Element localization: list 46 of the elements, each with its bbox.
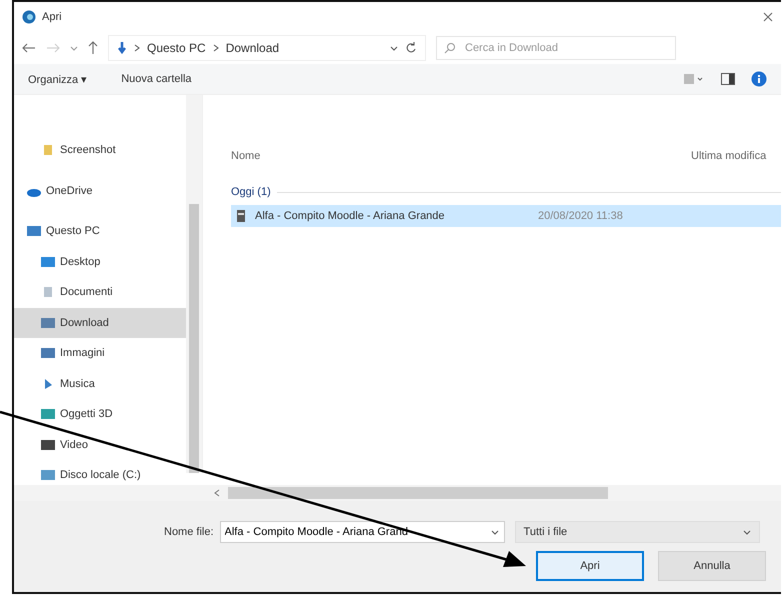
scrollbar-thumb[interactable] [228,487,608,499]
sidebar-item[interactable]: Musica [14,368,186,399]
sidebar-item[interactable]: Screenshot [14,135,186,166]
sidebar-item[interactable]: Oggetti 3D [14,399,186,430]
sidebar-item[interactable]: OneDrive [14,176,186,206]
file-row[interactable]: Alfa - Compito Moodle - Ariana Grande 20/08/2020 11:38 [231,205,781,227]
search-field[interactable]: Cerca in Download [436,36,676,60]
new-folder-button[interactable]: Nuova cartella [121,73,192,85]
sidebar-item[interactable]: Desktop [14,246,186,277]
dialog-button[interactable]: Apri [536,551,644,581]
column-header[interactable]: Nome [231,150,691,162]
file-date: 20/08/2020 11:38 [538,210,623,222]
dropdown-icon [742,528,751,536]
chevron-icon [134,44,140,52]
file-name: Alfa - Compito Moodle - Ariana Grande [255,210,446,222]
file-type-dropdown[interactable]: Tutti i file [514,521,760,543]
group-header[interactable]: Oggi (1) [231,186,271,198]
dialog-button[interactable]: Annulla [658,551,766,581]
organize-menu[interactable]: Organizza ▾ [28,72,88,86]
help-icon[interactable] [751,71,767,87]
dropdown-icon[interactable] [490,528,499,536]
preview-pane-icon[interactable] [721,73,735,85]
sidebar-item[interactable]: Questo PC [14,216,186,246]
scroll-left-icon[interactable] [214,489,220,497]
address-bar[interactable]: Questo PC Download [108,35,426,61]
caret-icon[interactable] [70,44,78,52]
dropdown-icon[interactable] [390,44,398,52]
field-label: Nome file: [164,526,214,538]
search-icon [444,42,456,54]
file-icon [235,209,247,223]
window-title: Apri [42,11,62,23]
breadcrumb[interactable]: Download [226,41,280,55]
column-header[interactable]: Ultima modifica [691,150,766,162]
close-icon[interactable] [763,12,773,22]
sidebar-item[interactable]: Video [14,430,186,460]
up-icon[interactable] [88,41,98,55]
back-icon[interactable] [22,43,36,53]
breadcrumb[interactable]: Questo PC [147,41,206,55]
sidebar-item[interactable]: Immagini [14,338,186,368]
refresh-icon[interactable] [405,42,417,54]
chevron-icon [212,44,219,52]
sidebar-item[interactable]: Documenti [14,277,186,308]
app-icon [22,10,36,24]
scrollbar-thumb[interactable] [189,204,199,473]
sidebar-item[interactable]: Download [14,308,186,338]
sidebar-item[interactable]: Disco locale (C:) [14,460,186,490]
